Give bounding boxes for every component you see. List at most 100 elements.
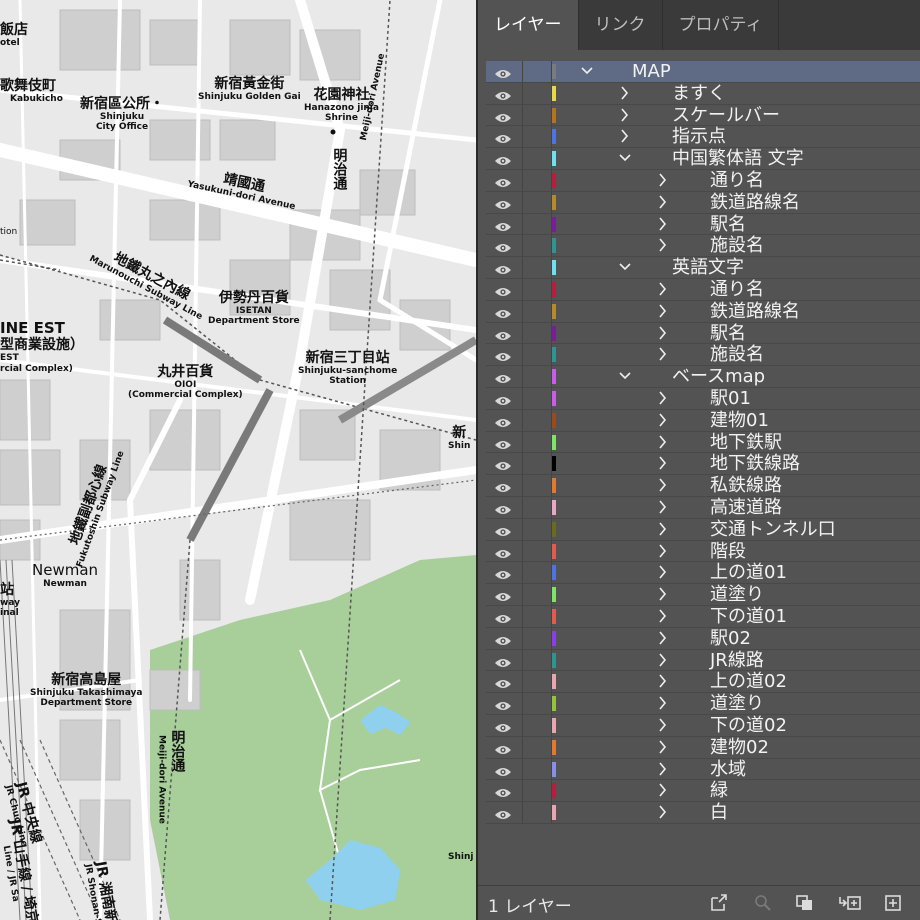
layer-row[interactable]: 鉄道路線名	[486, 191, 920, 214]
visibility-eye-icon[interactable]	[494, 239, 512, 253]
chevron-right-icon[interactable]	[656, 695, 670, 715]
chevron-down-icon[interactable]	[618, 150, 632, 170]
lock-toggle[interactable]	[523, 605, 552, 627]
layer-row[interactable]: 道塗り	[486, 584, 920, 606]
new-layer-icon[interactable]	[882, 894, 904, 912]
visibility-eye-icon[interactable]	[494, 719, 512, 732]
lock-toggle[interactable]	[523, 126, 552, 148]
layer-row[interactable]: 緑	[486, 780, 920, 803]
lock-toggle[interactable]	[523, 714, 552, 736]
chevron-right-icon[interactable]	[656, 216, 670, 236]
layer-row[interactable]: 階段	[486, 540, 920, 563]
visibility-eye-icon[interactable]	[494, 87, 512, 100]
lock-toggle[interactable]	[523, 82, 552, 104]
visibility-eye-icon[interactable]	[494, 632, 512, 645]
chevron-right-icon[interactable]	[656, 673, 670, 693]
layer-row[interactable]: 下の道01	[486, 605, 920, 628]
visibility-eye-icon[interactable]	[494, 436, 512, 449]
lock-toggle[interactable]	[523, 409, 552, 431]
layer-row[interactable]: 駅01	[486, 387, 920, 410]
lock-toggle[interactable]	[523, 213, 552, 235]
chevron-right-icon[interactable]	[656, 521, 670, 541]
chevron-right-icon[interactable]	[656, 499, 670, 519]
visibility-eye-icon[interactable]	[494, 763, 512, 776]
chevron-right-icon[interactable]	[656, 543, 670, 563]
lock-toggle[interactable]	[523, 758, 552, 780]
visibility-eye-icon[interactable]	[494, 152, 512, 166]
chevron-right-icon[interactable]	[656, 608, 670, 628]
visibility-eye-icon[interactable]	[494, 392, 512, 405]
layer-row[interactable]: 駅02	[486, 627, 920, 650]
collect-icon[interactable]	[794, 894, 816, 912]
tab-properties[interactable]: プロパティ	[663, 0, 779, 50]
visibility-eye-icon[interactable]	[494, 784, 512, 798]
layer-row[interactable]: 上の道02	[486, 671, 920, 694]
layer-row[interactable]: 鉄道路線名	[486, 300, 920, 323]
layer-row[interactable]: MAP	[486, 61, 920, 83]
layer-row[interactable]: 私鉄線路	[486, 475, 920, 497]
chevron-right-icon[interactable]	[656, 761, 670, 781]
lock-toggle[interactable]	[523, 649, 552, 671]
visibility-eye-icon[interactable]	[494, 654, 512, 667]
lock-toggle[interactable]	[523, 562, 552, 584]
visibility-eye-icon[interactable]	[494, 174, 512, 187]
layer-row[interactable]: 通り名	[486, 278, 920, 301]
lock-toggle[interactable]	[523, 693, 552, 714]
layer-row[interactable]: 道塗り	[486, 693, 920, 715]
visibility-eye-icon[interactable]	[494, 545, 512, 558]
map-canvas[interactable]: 飯店 otel 歌舞伎町 Kabukicho 新宿區公所・ Shinjuku C…	[0, 0, 476, 920]
layer-row[interactable]: JR線路	[486, 649, 920, 672]
visibility-eye-icon[interactable]	[494, 457, 512, 471]
layer-row[interactable]: 地下鉄線路	[486, 453, 920, 476]
layer-row[interactable]: 水域	[486, 758, 920, 781]
chevron-right-icon[interactable]	[656, 477, 670, 497]
lock-toggle[interactable]	[523, 627, 552, 649]
chevron-right-icon[interactable]	[656, 434, 670, 454]
visibility-eye-icon[interactable]	[494, 610, 512, 623]
chevron-right-icon[interactable]	[656, 325, 670, 345]
layer-row[interactable]: 英語文字	[486, 257, 920, 279]
visibility-eye-icon[interactable]	[494, 305, 512, 318]
chevron-right-icon[interactable]	[618, 128, 632, 148]
chevron-right-icon[interactable]	[656, 390, 670, 410]
layer-row[interactable]: スケールバー	[486, 104, 920, 127]
chevron-right-icon[interactable]	[656, 237, 670, 257]
lock-toggle[interactable]	[523, 278, 552, 300]
layer-row[interactable]: 上の道01	[486, 562, 920, 585]
layer-row[interactable]: 下の道02	[486, 714, 920, 737]
lock-toggle[interactable]	[523, 366, 552, 387]
lock-toggle[interactable]	[523, 802, 552, 823]
visibility-eye-icon[interactable]	[494, 130, 512, 144]
layer-row[interactable]: 駅名	[486, 213, 920, 236]
layer-row[interactable]: 中国繁体語 文字	[486, 148, 920, 170]
lock-toggle[interactable]	[523, 496, 552, 518]
visibility-eye-icon[interactable]	[494, 196, 512, 209]
chevron-right-icon[interactable]	[656, 630, 670, 650]
visibility-eye-icon[interactable]	[494, 523, 512, 536]
layer-row[interactable]: ベースmap	[486, 366, 920, 388]
lock-toggle[interactable]	[523, 540, 552, 562]
lock-toggle[interactable]	[523, 61, 552, 82]
layer-row[interactable]: 白	[486, 802, 920, 824]
chevron-right-icon[interactable]	[656, 303, 670, 323]
chevron-down-icon[interactable]	[618, 368, 632, 388]
lock-toggle[interactable]	[523, 431, 552, 453]
lock-toggle[interactable]	[523, 475, 552, 496]
visibility-eye-icon[interactable]	[494, 501, 512, 514]
visibility-eye-icon[interactable]	[494, 370, 512, 384]
layer-row[interactable]: 施設名	[486, 235, 920, 258]
layer-row[interactable]: 指示点	[486, 126, 920, 149]
visibility-eye-icon[interactable]	[494, 806, 512, 820]
chevron-down-icon[interactable]	[580, 63, 594, 83]
visibility-eye-icon[interactable]	[494, 261, 512, 275]
visibility-eye-icon[interactable]	[494, 414, 512, 427]
lock-toggle[interactable]	[523, 780, 552, 802]
new-sublayer-icon[interactable]	[838, 894, 861, 912]
visibility-eye-icon[interactable]	[494, 675, 512, 689]
visibility-eye-icon[interactable]	[494, 697, 512, 711]
layer-row[interactable]: ますく	[486, 82, 920, 105]
lock-toggle[interactable]	[523, 104, 552, 126]
visibility-eye-icon[interactable]	[494, 566, 512, 580]
search-icon[interactable]	[752, 894, 774, 912]
chevron-right-icon[interactable]	[656, 717, 670, 737]
